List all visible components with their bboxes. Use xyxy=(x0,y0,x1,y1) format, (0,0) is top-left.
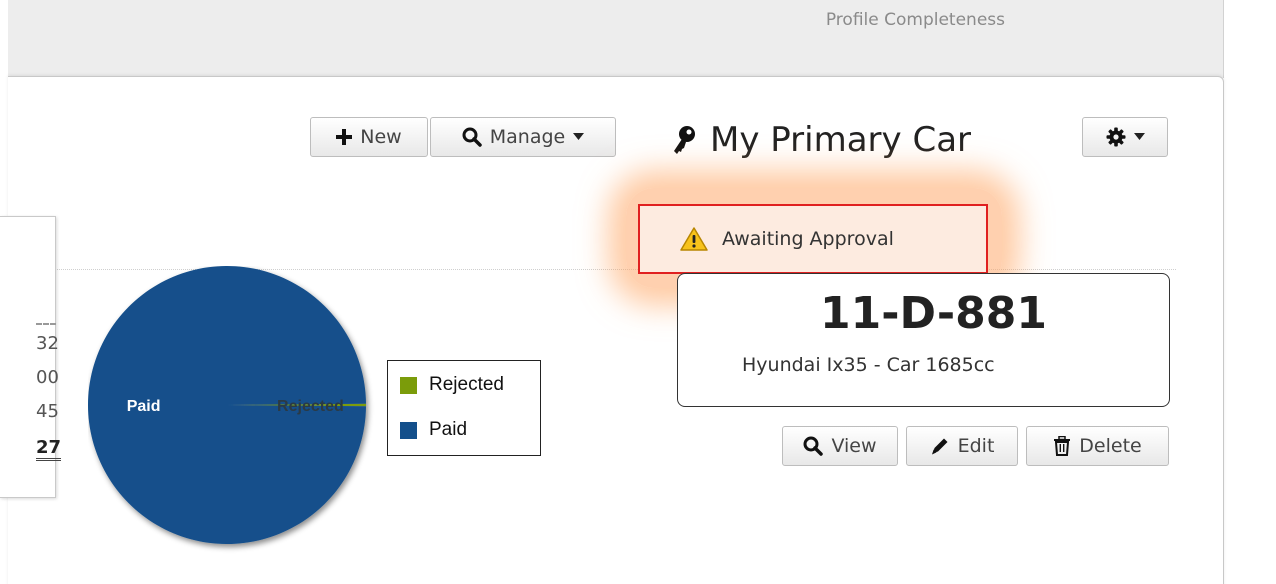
status-alert: Awaiting Approval xyxy=(638,204,988,274)
legend-label: Paid xyxy=(429,419,468,440)
legend-swatch-rejected xyxy=(400,376,417,394)
legend-item-rejected: Rejected xyxy=(400,374,504,396)
manage-button-label: Manage xyxy=(489,126,566,148)
caret-down-icon xyxy=(1133,133,1145,140)
key-icon xyxy=(674,126,695,154)
view-button[interactable]: View xyxy=(782,426,898,466)
delete-button[interactable]: Delete xyxy=(1026,426,1169,466)
new-button[interactable]: New xyxy=(310,117,428,157)
summary-value: 32 xyxy=(36,333,59,354)
summary-value: 00 xyxy=(36,367,59,388)
new-button-label: New xyxy=(360,126,402,148)
table-divider xyxy=(36,323,56,325)
legend-item-paid: Paid xyxy=(400,419,467,441)
delete-button-label: Delete xyxy=(1079,435,1142,457)
legend-swatch-paid xyxy=(400,421,417,439)
pie-label-rejected: Rejected xyxy=(277,398,344,415)
plus-icon xyxy=(336,129,353,145)
view-button-label: View xyxy=(831,435,877,457)
manage-dropdown-button[interactable]: Manage xyxy=(430,117,616,157)
vehicle-title: My Primary Car xyxy=(672,120,971,160)
vehicle-description: Hyundai Ix35 - Car 1685cc xyxy=(742,354,995,376)
chart-legend: Rejected Paid xyxy=(387,360,541,456)
summary-value: 45 xyxy=(36,401,59,422)
settings-dropdown-button[interactable] xyxy=(1082,117,1168,157)
profile-completeness-label: Profile Completeness xyxy=(825,10,1005,30)
summary-table: 32 00 45 27 xyxy=(0,216,62,498)
registration-number: 11-D-881 xyxy=(820,288,1047,339)
warning-icon xyxy=(680,227,708,251)
vehicle-title-text: My Primary Car xyxy=(710,120,972,160)
edit-button[interactable]: Edit xyxy=(906,426,1018,466)
pencil-icon xyxy=(931,438,948,455)
registration-card: 11-D-881 Hyundai Ix35 - Car 1685cc xyxy=(677,273,1170,407)
pie-label-paid: Paid xyxy=(127,398,161,415)
summary-total: 27 xyxy=(36,437,62,461)
search-icon xyxy=(462,127,482,147)
edit-button-label: Edit xyxy=(957,435,995,457)
gear-icon xyxy=(1106,127,1125,147)
trash-icon xyxy=(1054,436,1071,456)
legend-label: Rejected xyxy=(429,374,504,395)
caret-down-icon xyxy=(573,133,585,140)
profile-header-band: Profile Completeness xyxy=(8,0,1224,78)
status-text: Awaiting Approval xyxy=(722,228,894,250)
search-icon xyxy=(803,436,824,456)
payments-pie-chart: Rejected Paid xyxy=(88,266,366,544)
